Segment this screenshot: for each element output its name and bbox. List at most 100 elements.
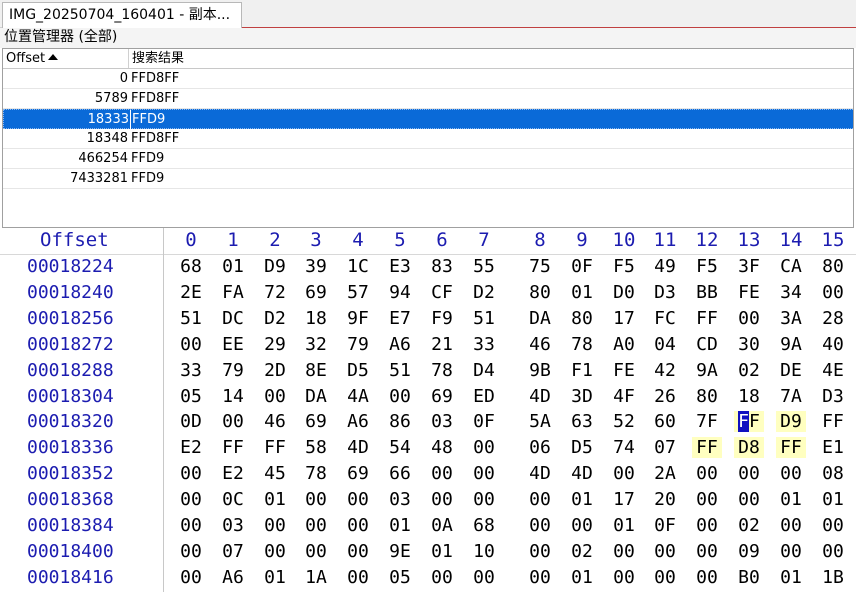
hex-byte[interactable]: 05: [385, 567, 415, 588]
hex-byte[interactable]: 00: [427, 463, 457, 484]
hex-byte[interactable]: 01: [567, 567, 597, 588]
hex-byte[interactable]: 00: [734, 308, 764, 329]
hex-byte[interactable]: D0: [609, 282, 639, 303]
hex-byte[interactable]: 08: [818, 463, 848, 484]
hex-byte[interactable]: 9A: [776, 334, 806, 355]
hex-byte[interactable]: 0F: [650, 515, 680, 536]
hex-byte[interactable]: 00: [176, 541, 206, 562]
hex-byte[interactable]: 03: [427, 411, 457, 432]
hex-byte[interactable]: 54: [385, 437, 415, 458]
hex-byte[interactable]: 72: [260, 282, 290, 303]
hex-byte[interactable]: D5: [567, 437, 597, 458]
hex-byte[interactable]: D9: [776, 411, 806, 433]
hex-cursor-byte[interactable]: FF: [734, 411, 764, 433]
hex-byte[interactable]: 0D: [176, 411, 206, 432]
hex-byte[interactable]: 00: [692, 515, 722, 536]
hex-byte[interactable]: 00: [176, 463, 206, 484]
hex-byte[interactable]: 00: [734, 489, 764, 510]
result-column-header[interactable]: 搜索结果: [130, 49, 184, 68]
hex-byte[interactable]: 00: [818, 541, 848, 562]
hex-byte[interactable]: 51: [176, 308, 206, 329]
hex-byte[interactable]: FE: [734, 282, 764, 303]
hex-byte[interactable]: 00: [343, 541, 373, 562]
hex-byte[interactable]: 01: [385, 515, 415, 536]
hex-byte[interactable]: 8E: [301, 360, 331, 381]
hex-byte[interactable]: 00: [260, 541, 290, 562]
hex-byte[interactable]: 2A: [650, 463, 680, 484]
hex-byte[interactable]: 10: [469, 541, 499, 562]
hex-byte[interactable]: FF: [776, 437, 806, 459]
hex-byte[interactable]: F1: [567, 360, 597, 381]
hex-byte[interactable]: 17: [609, 308, 639, 329]
hex-byte[interactable]: 02: [567, 541, 597, 562]
hex-byte[interactable]: 01: [609, 515, 639, 536]
hex-byte[interactable]: FF: [218, 437, 248, 458]
result-row[interactable]: 5789 FFD8FF: [3, 89, 853, 109]
hex-byte[interactable]: 00: [776, 463, 806, 484]
hex-byte[interactable]: 00: [567, 515, 597, 536]
hex-byte[interactable]: 4E: [818, 360, 848, 381]
hex-byte[interactable]: 01: [567, 282, 597, 303]
hex-byte[interactable]: E7: [385, 308, 415, 329]
hex-byte[interactable]: 01: [818, 489, 848, 510]
hex-byte[interactable]: 02: [734, 360, 764, 381]
hex-byte[interactable]: 29: [260, 334, 290, 355]
hex-byte[interactable]: 07: [650, 437, 680, 458]
hex-byte[interactable]: 86: [385, 411, 415, 432]
hex-byte[interactable]: 00: [176, 515, 206, 536]
hex-byte[interactable]: 69: [301, 282, 331, 303]
hex-byte[interactable]: 3A: [776, 308, 806, 329]
hex-byte[interactable]: 00: [218, 411, 248, 432]
hex-byte[interactable]: 02: [734, 515, 764, 536]
hex-byte[interactable]: 00: [525, 541, 555, 562]
hex-byte[interactable]: 00: [301, 515, 331, 536]
hex-byte[interactable]: 00: [385, 386, 415, 407]
hex-byte[interactable]: 3F: [734, 256, 764, 277]
hex-byte[interactable]: 46: [525, 334, 555, 355]
hex-byte[interactable]: D8: [734, 437, 764, 459]
hex-byte[interactable]: 17: [609, 489, 639, 510]
hex-byte[interactable]: BB: [692, 282, 722, 303]
hex-byte[interactable]: 00: [525, 567, 555, 588]
hex-byte[interactable]: 00: [343, 489, 373, 510]
hex-byte[interactable]: 4D: [525, 386, 555, 407]
hex-byte[interactable]: 00: [692, 567, 722, 588]
hex-byte[interactable]: 49: [650, 256, 680, 277]
hex-byte[interactable]: A6: [385, 334, 415, 355]
hex-byte[interactable]: A6: [343, 411, 373, 432]
hex-byte[interactable]: 00: [609, 463, 639, 484]
hex-byte[interactable]: 01: [776, 567, 806, 588]
hex-byte[interactable]: 0F: [567, 256, 597, 277]
hex-byte[interactable]: 94: [385, 282, 415, 303]
hex-byte[interactable]: 68: [469, 515, 499, 536]
hex-byte[interactable]: 00: [734, 463, 764, 484]
hex-byte[interactable]: 21: [427, 334, 457, 355]
hex-byte[interactable]: 00: [609, 567, 639, 588]
hex-byte[interactable]: 28: [818, 308, 848, 329]
hex-byte[interactable]: DC: [218, 308, 248, 329]
hex-byte[interactable]: 4D: [343, 437, 373, 458]
hex-byte[interactable]: 4D: [567, 463, 597, 484]
hex-byte[interactable]: A6: [218, 567, 248, 588]
hex-byte[interactable]: 01: [260, 489, 290, 510]
hex-byte[interactable]: 00: [176, 489, 206, 510]
hex-byte[interactable]: 46: [260, 411, 290, 432]
hex-byte[interactable]: 74: [609, 437, 639, 458]
hex-byte[interactable]: FF: [692, 437, 722, 459]
hex-byte[interactable]: E2: [176, 437, 206, 458]
hex-byte[interactable]: 7F: [692, 411, 722, 432]
hex-byte[interactable]: 55: [469, 256, 499, 277]
hex-byte[interactable]: E2: [218, 463, 248, 484]
hex-byte[interactable]: 69: [427, 386, 457, 407]
hex-byte[interactable]: 69: [301, 411, 331, 432]
hex-byte[interactable]: 1B: [818, 567, 848, 588]
hex-byte[interactable]: 00: [469, 463, 499, 484]
hex-byte[interactable]: FF: [818, 411, 848, 432]
hex-byte[interactable]: 3D: [567, 386, 597, 407]
hex-byte[interactable]: 51: [469, 308, 499, 329]
hex-byte[interactable]: 4A: [343, 386, 373, 407]
hex-byte[interactable]: 83: [427, 256, 457, 277]
hex-byte[interactable]: 05: [176, 386, 206, 407]
hex-byte[interactable]: 78: [301, 463, 331, 484]
hex-byte[interactable]: 03: [385, 489, 415, 510]
